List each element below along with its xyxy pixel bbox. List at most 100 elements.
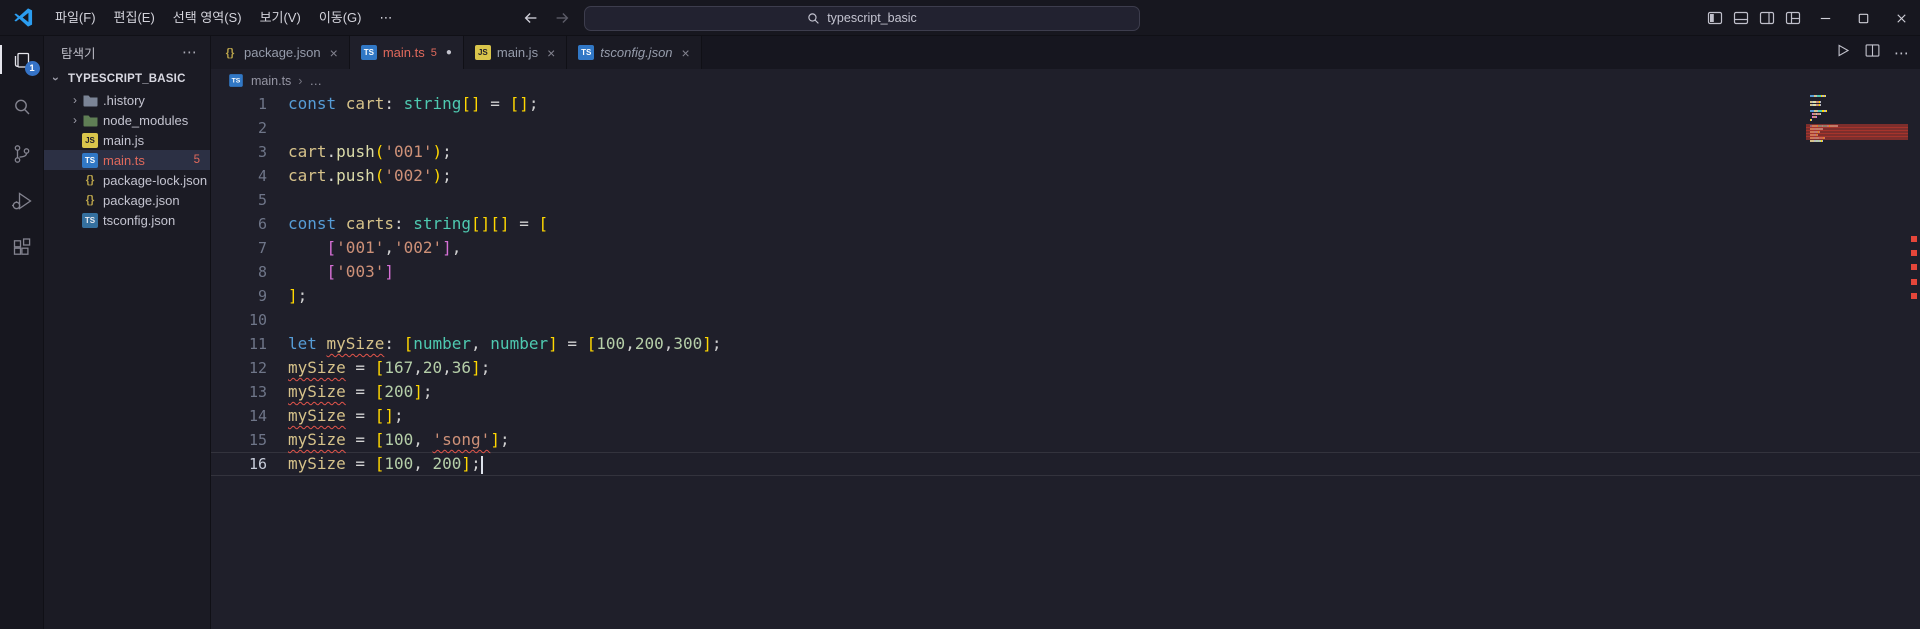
text-cursor bbox=[480, 455, 483, 474]
code-token: ] bbox=[288, 286, 298, 305]
code-line-11[interactable]: 11 let mySize: [number, number] = [100,20… bbox=[211, 332, 1920, 356]
code-token: push bbox=[336, 142, 375, 161]
minimap[interactable] bbox=[1806, 95, 1908, 143]
line-number[interactable]: 7 bbox=[211, 236, 288, 260]
run-and-debug-icon[interactable] bbox=[0, 177, 44, 224]
code-token: 100 bbox=[384, 430, 414, 449]
code-token: , bbox=[384, 238, 394, 257]
dirty-dot-icon[interactable]: ● bbox=[446, 47, 452, 58]
json-file-icon: {} bbox=[225, 46, 235, 59]
code-area[interactable]: 1 const cart: string[] = []; 2 3 cart.push('… bbox=[211, 92, 1920, 476]
code-line-13[interactable]: 13 mySize = [200]; bbox=[211, 380, 1920, 404]
tab-main.ts[interactable]: TS main.ts 5 ● bbox=[349, 36, 464, 69]
folder-file-icon bbox=[82, 93, 98, 108]
breadcrumb[interactable]: TS main.ts › … bbox=[211, 69, 1920, 92]
tab-label: tsconfig.json bbox=[600, 45, 673, 60]
sidebar-more-icon[interactable]: ⋯ bbox=[182, 43, 198, 61]
split-editor-icon[interactable] bbox=[1864, 42, 1881, 64]
line-number[interactable]: 8 bbox=[211, 260, 288, 284]
run-file-icon[interactable] bbox=[1834, 42, 1851, 64]
search-sidebar-icon[interactable] bbox=[0, 83, 44, 130]
code-token: '002' bbox=[384, 166, 433, 185]
code-line-5[interactable]: 5 bbox=[211, 188, 1920, 212]
line-number[interactable]: 15 bbox=[211, 428, 288, 452]
code-line-15[interactable]: 15 mySize = [100, 'song']; bbox=[211, 428, 1920, 452]
maximize-button[interactable] bbox=[1844, 0, 1882, 36]
breadcrumb-file[interactable]: main.ts bbox=[251, 74, 291, 88]
line-number[interactable]: 12 bbox=[211, 356, 288, 380]
code-line-14[interactable]: 14 mySize = []; bbox=[211, 404, 1920, 428]
line-number[interactable]: 5 bbox=[211, 188, 288, 212]
toggle-sidebar-left-icon[interactable] bbox=[1707, 10, 1723, 26]
toggle-panel-bottom-icon[interactable] bbox=[1733, 10, 1749, 26]
titlebar-right bbox=[1702, 0, 1920, 36]
line-content: ]; bbox=[288, 284, 307, 308]
code-token: . bbox=[326, 142, 337, 161]
line-number[interactable]: 2 bbox=[211, 116, 288, 140]
line-number[interactable]: 9 bbox=[211, 284, 288, 308]
tree-item-package.json[interactable]: {} package.json bbox=[44, 190, 210, 210]
code-line-7[interactable]: 7 ['001','002'], bbox=[211, 236, 1920, 260]
toggle-sidebar-right-icon[interactable] bbox=[1759, 10, 1775, 26]
code-token: = bbox=[345, 406, 375, 425]
tree-root[interactable]: › TYPESCRIPT_BASIC bbox=[44, 68, 210, 90]
source-control-icon[interactable] bbox=[0, 130, 44, 177]
line-number[interactable]: 3 bbox=[211, 140, 288, 164]
tree-item-main.js[interactable]: JS main.js bbox=[44, 130, 210, 150]
breadcrumb-more[interactable]: … bbox=[309, 74, 322, 88]
line-number[interactable]: 11 bbox=[211, 332, 288, 356]
code-line-12[interactable]: 12 mySize = [167,20,36]; bbox=[211, 356, 1920, 380]
forward-arrow-icon[interactable] bbox=[553, 9, 571, 27]
code-line-10[interactable]: 10 bbox=[211, 308, 1920, 332]
code-line-9[interactable]: 9]; bbox=[211, 284, 1920, 308]
code-line-3[interactable]: 3 cart.push('001'); bbox=[211, 140, 1920, 164]
editor-more-icon[interactable]: ⋯ bbox=[1894, 44, 1910, 62]
line-content: mySize = [200]; bbox=[288, 380, 433, 404]
tree-item-main.ts[interactable]: TS main.ts 5 bbox=[44, 150, 210, 170]
line-number[interactable]: 4 bbox=[211, 164, 288, 188]
code-token: = bbox=[345, 454, 375, 473]
tab-tsconfig.json[interactable]: TS tsconfig.json × bbox=[567, 36, 702, 69]
line-number[interactable]: 13 bbox=[211, 380, 288, 404]
explorer-badge: 1 bbox=[24, 61, 40, 76]
close-tab-icon[interactable]: × bbox=[330, 45, 338, 61]
close-tab-icon[interactable]: × bbox=[547, 45, 555, 61]
menu-item-2[interactable]: 선택 영역(S) bbox=[164, 5, 251, 31]
tree-item-node_modules[interactable]: › node_modules bbox=[44, 110, 210, 130]
code-line-2[interactable]: 2 bbox=[211, 116, 1920, 140]
close-tab-icon[interactable]: × bbox=[682, 45, 690, 61]
line-number[interactable]: 10 bbox=[211, 308, 288, 332]
code-line-4[interactable]: 4 cart.push('002'); bbox=[211, 164, 1920, 188]
menu-item-0[interactable]: 파일(F) bbox=[46, 5, 105, 31]
tab-main.js[interactable]: JS main.js × bbox=[463, 36, 568, 69]
code-token: ; bbox=[480, 358, 491, 377]
line-number[interactable]: 16 bbox=[211, 452, 288, 476]
explorer-icon[interactable]: 1 bbox=[0, 36, 44, 83]
code-line-8[interactable]: 8 ['003'] bbox=[211, 260, 1920, 284]
menu-item-3[interactable]: 보기(V) bbox=[251, 5, 310, 31]
back-arrow-icon[interactable] bbox=[522, 9, 540, 27]
line-number[interactable]: 14 bbox=[211, 404, 288, 428]
extensions-icon[interactable] bbox=[0, 224, 44, 271]
code-line-16[interactable]: 16 mySize = [100, 200]; bbox=[211, 452, 1920, 476]
menu-item-1[interactable]: 편집(E) bbox=[105, 5, 164, 31]
tab-package.json[interactable]: {} package.json × bbox=[211, 36, 350, 69]
close-window-button[interactable] bbox=[1882, 0, 1920, 36]
tree-item-tsconfig.json[interactable]: TS tsconfig.json bbox=[44, 210, 210, 230]
command-center-search[interactable]: typescript_basic bbox=[584, 5, 1140, 31]
code-editor[interactable]: 1 const cart: string[] = []; 2 3 cart.push('… bbox=[211, 92, 1920, 629]
code-token: mySize bbox=[288, 454, 346, 473]
customize-layout-icon[interactable] bbox=[1785, 10, 1801, 26]
menu-overflow[interactable]: ⋯ bbox=[371, 5, 402, 31]
code-line-1[interactable]: 1 const cart: string[] = []; bbox=[211, 92, 1920, 116]
tree-item-package-lock.json[interactable]: {} package-lock.json bbox=[44, 170, 210, 190]
line-number[interactable]: 6 bbox=[211, 212, 288, 236]
menu-item-4[interactable]: 이동(G) bbox=[310, 5, 371, 31]
minimap-line bbox=[1810, 116, 1906, 118]
code-token: ; bbox=[471, 454, 481, 473]
line-content: ['001','002'], bbox=[288, 236, 462, 260]
minimize-button[interactable] bbox=[1806, 0, 1844, 36]
line-number[interactable]: 1 bbox=[211, 92, 288, 116]
tree-item-.history[interactable]: › .history bbox=[44, 90, 210, 110]
code-line-6[interactable]: 6 const carts: string[][] = [ bbox=[211, 212, 1920, 236]
